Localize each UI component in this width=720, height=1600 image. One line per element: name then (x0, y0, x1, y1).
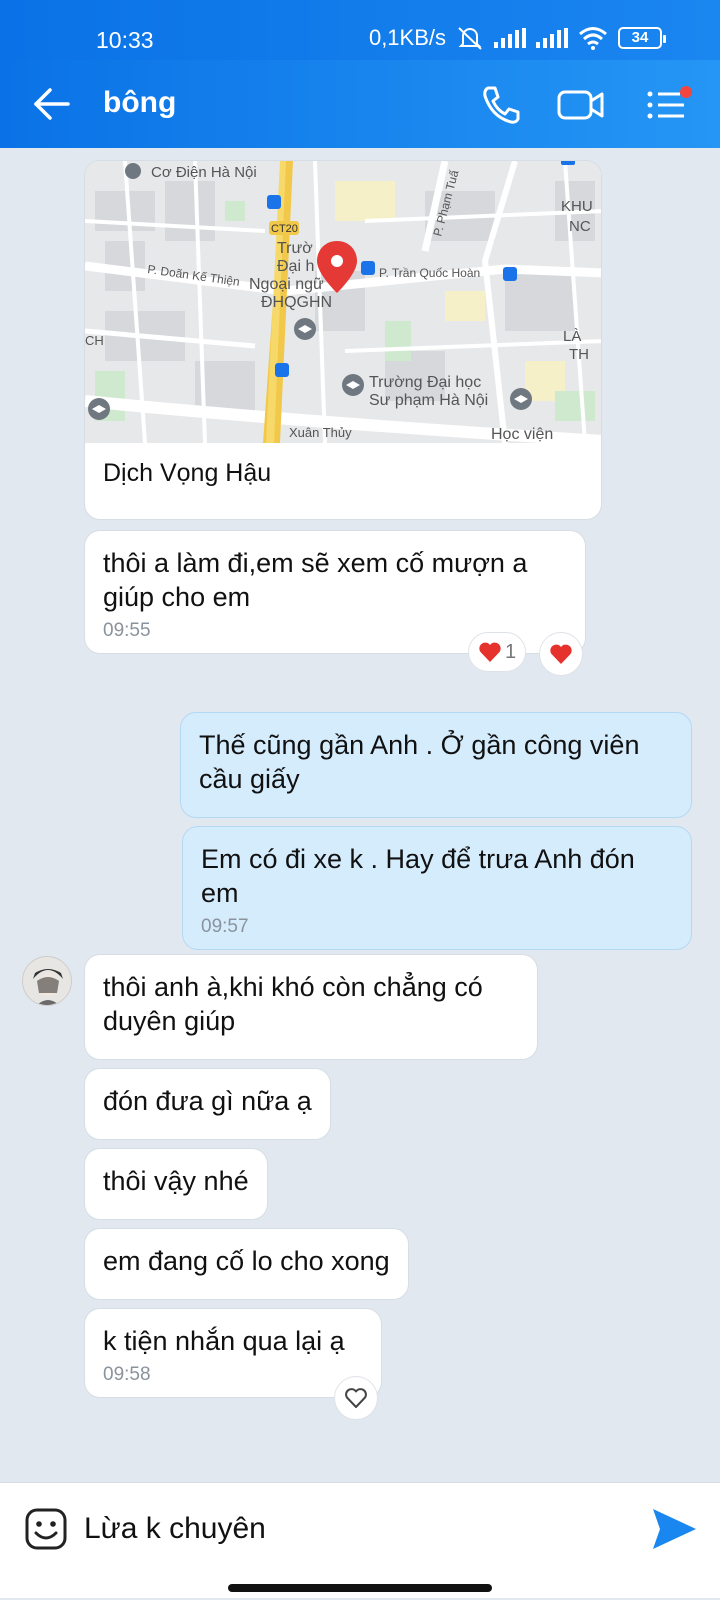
send-icon[interactable] (650, 1505, 698, 1553)
map-label-nc: NC (569, 218, 591, 235)
message-text: thôi vậy nhé (103, 1166, 249, 1196)
map-label-dhsp-2: Sư phạm Hà Nội (369, 392, 488, 409)
network-speed: 0,1KB/s (368, 25, 446, 50)
status-bar: 10:33 0,1KB/s 34 (0, 0, 720, 60)
message-text: k tiện nhắn qua lại ạ (103, 1326, 345, 1356)
back-arrow-icon[interactable] (30, 82, 74, 126)
menu-list-icon[interactable] (644, 80, 694, 130)
status-indicators: 0,1KB/s 34 (368, 25, 666, 51)
react-heart-button[interactable] (334, 1376, 378, 1420)
message-input[interactable] (84, 1501, 624, 1557)
map-label-th: TH (569, 346, 589, 363)
heart-outline-icon (345, 1388, 367, 1408)
signal-1-icon (494, 28, 526, 48)
reaction-count-badge[interactable]: 1 (468, 632, 526, 672)
react-heart-button[interactable] (539, 632, 583, 676)
message-text: em đang cố lo cho xong (103, 1246, 390, 1276)
home-indicator[interactable] (228, 1584, 492, 1592)
map-label-xuan-thuy: Xuân Thủy (289, 425, 352, 440)
message-bubble-sent[interactable]: Em có đi xe k . Hay để trưa Anh đón em 0… (182, 826, 692, 950)
map-label-hoc-vien: Học viện (491, 426, 553, 443)
map-image: CT20 Cơ Điện Hà Nội Trườ Đại h Ngoại ngữ… (85, 161, 601, 443)
message-bubble-received[interactable]: đón đưa gì nữa ạ (84, 1068, 331, 1140)
map-label-co-dien: Cơ Điện Hà Nội (151, 164, 257, 181)
chat-title[interactable]: bông (103, 86, 176, 120)
heart-icon (479, 642, 501, 662)
chat-header: bông (0, 60, 720, 148)
map-label-dhsp-1: Trường Đại học (369, 374, 481, 391)
location-caption: Dịch Vọng Hậu (103, 459, 272, 487)
sticker-emoji-icon[interactable] (24, 1507, 68, 1551)
message-bubble-received[interactable]: thôi vậy nhé (84, 1148, 268, 1220)
reaction-count: 1 (504, 640, 517, 663)
message-list[interactable]: CT20 Cơ Điện Hà Nội Trườ Đại h Ngoại ngữ… (0, 148, 720, 1482)
map-label-tran-quoc-hoan: P. Trần Quốc Hoàn (379, 266, 480, 280)
map-label-khu: KHU (561, 198, 593, 215)
map-label-truong-1: Trườ (277, 240, 313, 257)
battery-icon: 34 (618, 27, 666, 49)
mute-bell-icon (458, 27, 482, 50)
message-text: đón đưa gì nữa ạ (103, 1086, 312, 1116)
message-text: thôi a làm đi,em sẽ xem cố mượn a giúp c… (103, 548, 528, 612)
status-time: 10:33 (96, 27, 154, 53)
message-text: thôi anh à,khi khó còn chẳng có duyên gi… (103, 972, 483, 1036)
map-label-ct20: CT20 (271, 223, 298, 235)
composer-bar (0, 1482, 720, 1598)
message-time: 09:57 (201, 916, 249, 937)
map-label-truong-4: ĐHQGHN (261, 294, 332, 311)
map-label-ch: CH (85, 333, 104, 348)
location-card[interactable]: CT20 Cơ Điện Hà Nội Trườ Đại h Ngoại ngữ… (84, 160, 602, 520)
signal-2-icon (536, 28, 568, 48)
wifi-icon (579, 27, 607, 50)
phone-icon[interactable] (476, 80, 526, 130)
map-label-lan: LÀ (563, 328, 581, 345)
avatar-image (23, 957, 71, 1005)
message-text: Thế cũng gần Anh . Ở gần công viên cầu g… (199, 730, 640, 794)
message-bubble-received[interactable]: thôi anh à,khi khó còn chẳng có duyên gi… (84, 954, 538, 1060)
video-camera-icon[interactable] (556, 80, 606, 130)
heart-icon (550, 644, 572, 664)
message-time: 09:58 (103, 1364, 151, 1385)
message-bubble-received[interactable]: em đang cố lo cho xong (84, 1228, 409, 1300)
message-bubble-sent[interactable]: Thế cũng gần Anh . Ở gần công viên cầu g… (180, 712, 692, 818)
avatar[interactable] (22, 956, 72, 1006)
map-label-truong-2: Đại h (277, 258, 314, 275)
map-label-truong-3: Ngoại ngữ (249, 276, 324, 293)
message-text: Em có đi xe k . Hay để trưa Anh đón em (201, 844, 635, 908)
